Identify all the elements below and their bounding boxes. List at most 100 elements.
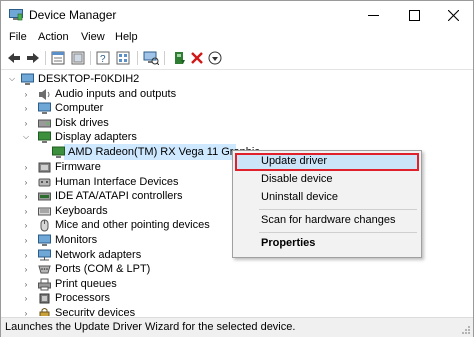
svg-text:?: ? — [100, 54, 106, 65]
tree-item-label: Computer — [55, 102, 104, 114]
window-title: Device Manager — [29, 8, 117, 22]
collapse-arrow-icon[interactable]: ⌵ — [21, 132, 31, 142]
context-menu: Update driver Disable device Uninstall d… — [232, 150, 422, 258]
tree-item[interactable]: › Print queues — [1, 277, 473, 292]
maximize-button[interactable] — [394, 1, 434, 29]
disk-drive-icon — [38, 119, 51, 128]
toolbar-separator — [90, 51, 91, 65]
close-icon — [447, 9, 459, 21]
disable-device-menu-item[interactable]: Disable device — [261, 173, 333, 185]
firmware-icon — [38, 162, 51, 173]
title-bar[interactable]: Device Manager — [1, 1, 473, 29]
expand-arrow-icon[interactable]: › — [21, 279, 31, 289]
resize-grip-icon[interactable] — [461, 325, 471, 335]
tree-item-label: Security devices — [55, 307, 136, 316]
expand-arrow-icon[interactable]: › — [21, 235, 31, 245]
expand-arrow-icon[interactable]: › — [21, 177, 31, 187]
mouse-icon — [40, 219, 49, 232]
uninstall-device-menu-item[interactable]: Uninstall device — [261, 191, 338, 203]
tree-item[interactable]: ⌵ Display adapters — [1, 130, 473, 145]
add-driver-button[interactable] — [171, 50, 187, 66]
computer-icon — [38, 102, 51, 114]
scan-hardware-button[interactable] — [143, 50, 159, 66]
scan-hardware-menu-item[interactable]: Scan for hardware changes — [261, 214, 396, 226]
security-device-icon — [39, 308, 50, 316]
device-manager-window: Device Manager File Action View Help ? ⌵… — [0, 0, 474, 337]
tree-item-label: Monitors — [55, 234, 98, 246]
device-manager-app-icon — [9, 9, 23, 21]
help-icon: ? — [96, 51, 110, 65]
tree-item[interactable]: › Security devices — [1, 306, 473, 316]
expand-arrow-icon[interactable]: › — [21, 118, 31, 128]
expand-arrow-icon[interactable]: › — [21, 89, 31, 99]
tree-item[interactable]: › Audio inputs and outputs — [1, 87, 473, 102]
expand-arrow-icon[interactable]: › — [21, 162, 31, 172]
disable-button[interactable] — [207, 50, 223, 66]
view-grid-icon — [116, 51, 130, 65]
expand-arrow-icon[interactable]: › — [21, 264, 31, 274]
tree-item-label: AMD Radeon(TM) RX Vega 11 Graphic — [68, 146, 260, 158]
expand-arrow-icon[interactable]: › — [21, 293, 31, 303]
printer-icon — [38, 278, 51, 291]
disable-icon — [208, 51, 222, 65]
computer-icon — [21, 73, 34, 85]
tree-item-label: Disk drives — [55, 117, 109, 129]
tree-item[interactable]: › Ports (COM & LPT) — [1, 262, 473, 277]
show-hidden-icon — [71, 51, 85, 65]
expand-arrow-icon[interactable]: › — [21, 250, 31, 260]
expand-arrow-icon[interactable]: › — [21, 220, 31, 230]
tree-item[interactable]: › Disk drives — [1, 116, 473, 131]
tree-item-label: Firmware — [55, 161, 101, 173]
properties-button[interactable] — [50, 50, 66, 66]
menu-action[interactable]: Action — [38, 31, 69, 43]
back-button[interactable] — [6, 50, 22, 66]
show-hidden-button[interactable] — [70, 50, 86, 66]
add-driver-icon — [175, 52, 185, 64]
minimize-icon — [367, 14, 379, 16]
tree-root[interactable]: ⌵ DESKTOP-F0KDIH2 — [1, 72, 473, 87]
expand-arrow-icon[interactable]: › — [21, 103, 31, 113]
properties-menu-item[interactable]: Properties — [261, 237, 315, 249]
display-adapter-icon — [38, 131, 51, 143]
forward-button[interactable] — [25, 50, 41, 66]
uninstall-button[interactable] — [189, 50, 205, 66]
tree-item-label: Human Interface Devices — [55, 176, 179, 188]
forward-arrow-icon — [27, 53, 39, 63]
speaker-icon — [39, 89, 50, 100]
update-driver-menu-item[interactable]: Update driver — [261, 155, 327, 167]
close-button[interactable] — [433, 1, 473, 29]
collapse-arrow-icon[interactable]: ⌵ — [7, 74, 17, 84]
context-menu-separator — [259, 232, 417, 233]
tree-item-label: Display adapters — [55, 131, 137, 143]
menu-bar: File Action View Help — [1, 29, 473, 47]
tree-item[interactable]: › Processors — [1, 291, 473, 306]
display-adapter-icon — [52, 146, 65, 158]
help-button[interactable]: ? — [95, 50, 111, 66]
status-text: Launches the Update Driver Wizard for th… — [5, 321, 296, 333]
tree-item-label: Ports (COM & LPT) — [55, 263, 151, 275]
menu-file[interactable]: File — [9, 31, 27, 43]
uninstall-icon — [191, 52, 203, 64]
tree-item-label: Audio inputs and outputs — [55, 88, 177, 100]
scan-hardware-icon — [143, 51, 159, 65]
tree-item-label: Print queues — [55, 278, 117, 290]
menu-view[interactable]: View — [81, 31, 105, 43]
tree-item[interactable]: › Computer — [1, 101, 473, 116]
tree-item-label: Processors — [55, 292, 111, 304]
expand-arrow-icon[interactable]: › — [21, 308, 31, 317]
menu-help[interactable]: Help — [115, 31, 138, 43]
hid-icon — [38, 178, 51, 187]
tree-root-label: DESKTOP-F0KDIH2 — [38, 73, 140, 85]
expand-arrow-icon[interactable]: › — [21, 206, 31, 216]
keyboard-icon — [38, 207, 51, 216]
toolbar-separator — [137, 51, 138, 65]
view-button[interactable] — [115, 50, 131, 66]
expand-arrow-icon[interactable]: › — [21, 191, 31, 201]
monitor-icon — [38, 234, 51, 246]
tree-item-label: IDE ATA/ATAPI controllers — [55, 190, 183, 202]
minimize-button[interactable] — [353, 1, 393, 29]
toolbar-separator — [164, 51, 165, 65]
ide-controller-icon — [38, 192, 51, 201]
port-icon — [38, 265, 51, 274]
network-adapter-icon — [38, 249, 51, 261]
